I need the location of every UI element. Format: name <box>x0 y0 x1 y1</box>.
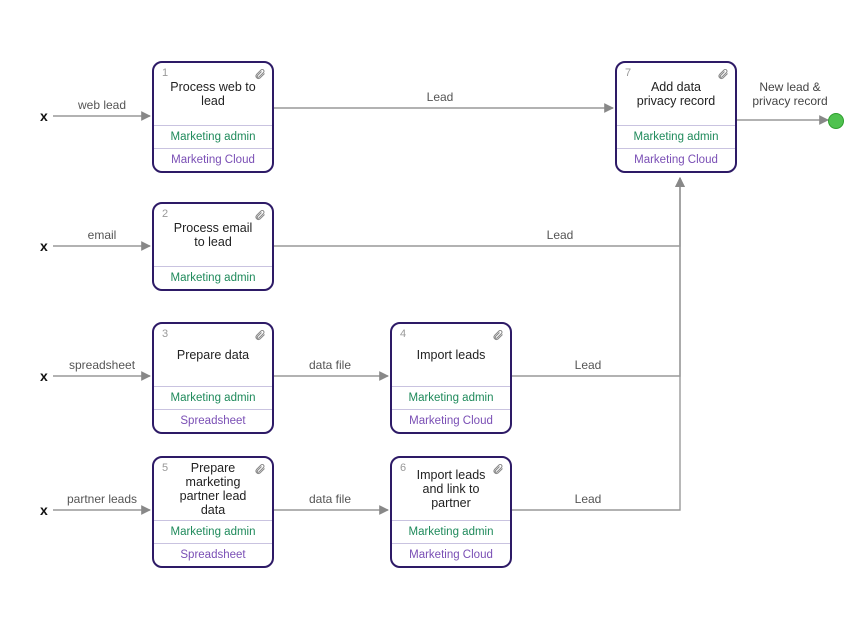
edge-label-spreadsheet: spreadsheet <box>69 358 135 372</box>
attachment-icon <box>492 462 504 479</box>
node-role: Marketing admin <box>154 125 272 148</box>
node-system: Marketing Cloud <box>154 148 272 171</box>
end-node-icon <box>828 113 844 129</box>
node-number: 2 <box>162 208 168 220</box>
node-role: Marketing admin <box>617 125 735 148</box>
node-number: 5 <box>162 462 168 474</box>
edge-label-email: email <box>88 228 117 242</box>
attachment-icon <box>254 208 266 225</box>
edge-label-lead-6-7: Lead <box>575 492 602 506</box>
start-marker-2: x <box>40 238 48 254</box>
node-role: Marketing admin <box>154 266 272 289</box>
edge-label-lead-2-7: Lead <box>547 228 574 242</box>
edge-label-partner-leads: partner leads <box>67 492 137 506</box>
edge-label-lead-4-7: Lead <box>575 358 602 372</box>
node-2-process-email-to-lead[interactable]: 2 Process email to lead Marketing admin <box>152 202 274 291</box>
attachment-icon <box>254 328 266 345</box>
node-system: Marketing Cloud <box>392 543 510 566</box>
node-role: Marketing admin <box>154 386 272 409</box>
edge-label-datafile-3-4: data file <box>309 358 351 372</box>
edge-label-web-lead: web lead <box>78 98 126 112</box>
end-label: New lead & privacy record <box>745 80 835 108</box>
node-5-prepare-partner-lead-data[interactable]: 5 Prepare marketing partner lead data Ma… <box>152 456 274 568</box>
attachment-icon <box>254 462 266 479</box>
attachment-icon <box>254 67 266 84</box>
node-1-process-web-to-lead[interactable]: 1 Process web to lead Marketing admin Ma… <box>152 61 274 173</box>
start-marker-4: x <box>40 502 48 518</box>
edge-label-lead-1-7: Lead <box>427 90 454 104</box>
start-marker-3: x <box>40 368 48 384</box>
attachment-icon <box>492 328 504 345</box>
node-number: 6 <box>400 462 406 474</box>
start-marker-1: x <box>40 108 48 124</box>
node-6-import-leads-link-partner[interactable]: 6 Import leads and link to partner Marke… <box>390 456 512 568</box>
node-number: 4 <box>400 328 406 340</box>
node-system: Marketing Cloud <box>617 148 735 171</box>
node-role: Marketing admin <box>392 386 510 409</box>
node-7-add-data-privacy-record[interactable]: 7 Add data privacy record Marketing admi… <box>615 61 737 173</box>
node-system: Spreadsheet <box>154 543 272 566</box>
node-role: Marketing admin <box>392 520 510 543</box>
node-number: 3 <box>162 328 168 340</box>
node-number: 1 <box>162 67 168 79</box>
edge-label-datafile-5-6: data file <box>309 492 351 506</box>
node-3-prepare-data[interactable]: 3 Prepare data Marketing admin Spreadshe… <box>152 322 274 434</box>
node-number: 7 <box>625 67 631 79</box>
node-4-import-leads[interactable]: 4 Import leads Marketing admin Marketing… <box>390 322 512 434</box>
node-system: Marketing Cloud <box>392 409 510 432</box>
node-role: Marketing admin <box>154 520 272 543</box>
attachment-icon <box>717 67 729 84</box>
node-system: Spreadsheet <box>154 409 272 432</box>
